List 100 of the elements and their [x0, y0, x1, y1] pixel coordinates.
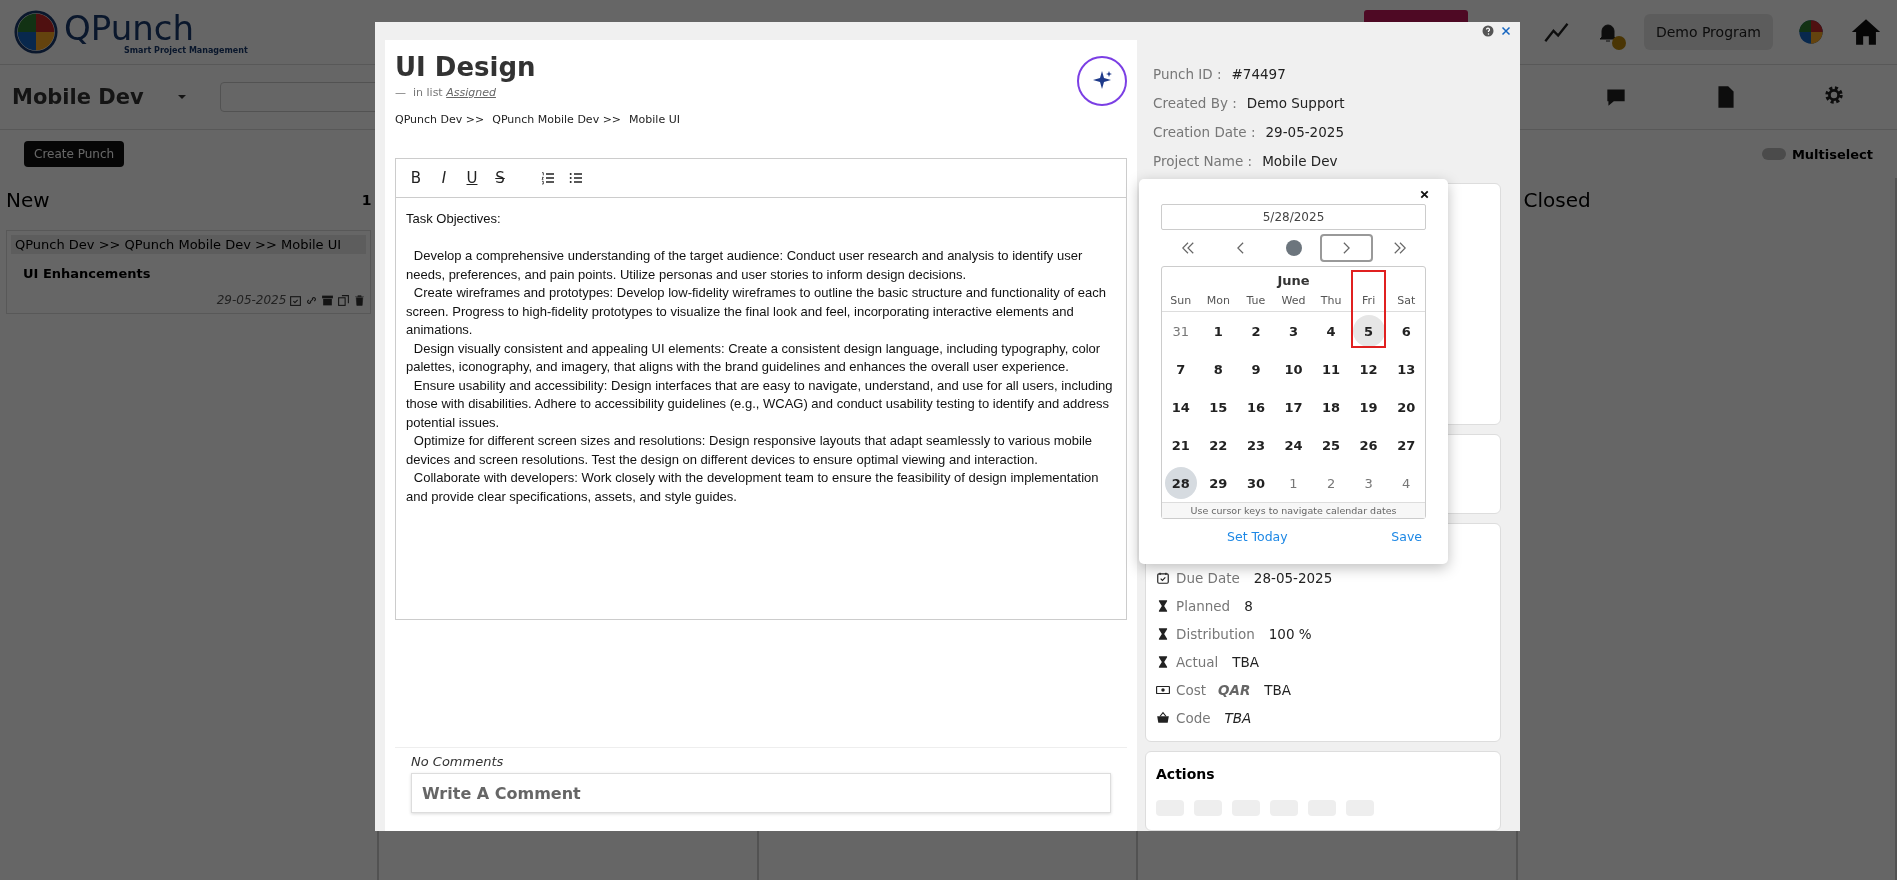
multiselect-label: Multiselect — [1791, 146, 1873, 162]
info-value: Demo Support — [1246, 95, 1345, 111]
calendar-day[interactable]: 21 — [1164, 429, 1197, 461]
calendar-day[interactable]: 4 — [1315, 315, 1348, 347]
italic-button[interactable]: I — [432, 166, 456, 190]
actions-title: Actions — [1156, 766, 1216, 782]
dot-icon — [1285, 240, 1302, 256]
calendar-day[interactable]: 17 — [1277, 391, 1310, 423]
calendar-day[interactable]: 1 — [1202, 315, 1235, 347]
calendar-day[interactable]: 30 — [1239, 467, 1272, 499]
calendar-day[interactable]: 24 — [1277, 429, 1310, 461]
detail-label: Actual — [1176, 653, 1219, 670]
detail-value: 28-05-2025 — [1253, 569, 1333, 586]
info-label: Created By : — [1153, 95, 1237, 111]
content-paragraph: Ensure usability and accessibility: Design interfaces that are easy to navigate, understand, and use for all users, including those with disabilities. Adhere to accessibility guidelines (e.g., WCAG) and conduct usability testing to identify and address potential issues. — [406, 376, 1114, 432]
calendar-day[interactable]: 1 — [1277, 467, 1310, 499]
info-label: Creation Date : — [1153, 124, 1256, 140]
breadcrumb-item[interactable]: QPunch Dev >> — [395, 113, 485, 126]
info-label: Project Name : — [1153, 153, 1253, 169]
strike-button[interactable]: S — [488, 166, 512, 190]
logo-subtitle: Smart Project Management — [124, 45, 248, 55]
breadcrumb-item[interactable]: Mobile UI — [629, 113, 680, 126]
calendar-day[interactable]: 18 — [1315, 391, 1348, 423]
list-link[interactable]: Assigned — [446, 86, 496, 99]
punch-card[interactable]: QPunch Dev >> QPunch Mobile Dev >> Mobile UI UI Enhancements 29-05-2025 — [6, 230, 372, 314]
column-title: New — [6, 188, 50, 212]
weekday-label: Thu — [1312, 288, 1350, 312]
detail-value: TBA — [1224, 709, 1252, 726]
calendar-day[interactable]: 20 — [1390, 391, 1423, 423]
chevron-right-icon — [1343, 242, 1350, 254]
calendar-day[interactable]: 2 — [1239, 315, 1272, 347]
calendar-day[interactable]: 27 — [1390, 429, 1423, 461]
calendar-day[interactable]: 25 — [1315, 429, 1348, 461]
calendar-day[interactable]: 31 — [1164, 315, 1197, 347]
numbered-list-icon — [540, 170, 556, 186]
chevron-left-icon — [1237, 242, 1244, 254]
calendar-day[interactable]: 4 — [1390, 467, 1423, 499]
calendar-day[interactable]: 3 — [1352, 467, 1385, 499]
underline-button[interactable]: U — [460, 166, 484, 190]
calendar-day[interactable]: 29 — [1202, 467, 1235, 499]
detail-value: TBA — [1232, 653, 1260, 670]
bullet-list-icon — [568, 170, 584, 186]
create-punch-button[interactable]: Create Punch — [24, 141, 125, 167]
info-label: Punch ID : — [1153, 66, 1222, 82]
calendar-day[interactable]: 7 — [1164, 353, 1197, 385]
calendar-day[interactable]: 11 — [1315, 353, 1348, 385]
calendar-day[interactable]: 5 — [1352, 315, 1385, 347]
weekday-label: Sun — [1162, 288, 1200, 312]
list-info: — in list Assigned — [395, 86, 497, 99]
info-value: 29-05-2025 — [1265, 124, 1344, 140]
detail-label: Distribution — [1176, 625, 1255, 642]
currency-label: QAR — [1218, 681, 1251, 698]
calendar-day[interactable]: 9 — [1239, 353, 1272, 385]
calendar-day[interactable]: 6 — [1390, 315, 1423, 347]
calendar-day[interactable]: 10 — [1277, 353, 1310, 385]
double-chevron-left-icon — [1181, 242, 1194, 254]
calendar-day[interactable]: 13 — [1390, 353, 1423, 385]
calendar-day[interactable]: 2 — [1315, 467, 1348, 499]
comment-input[interactable]: Write A Comment — [411, 773, 1111, 813]
multiselect-toggle[interactable] — [1761, 148, 1786, 160]
calendar-day[interactable]: 8 — [1202, 353, 1235, 385]
task-title: UI Design — [395, 52, 537, 82]
weekday-label: Wed — [1274, 288, 1313, 312]
date-input[interactable]: 5/28/2025 — [1161, 204, 1426, 230]
breadcrumb-item[interactable]: QPunch Mobile Dev >> — [492, 113, 622, 126]
comments-status: No Comments — [411, 754, 505, 769]
hourglass-icon — [1156, 598, 1170, 613]
double-chevron-right-icon — [1393, 242, 1406, 254]
calendar-day[interactable]: 16 — [1239, 391, 1272, 423]
next-nav-button[interactable] — [1320, 234, 1373, 262]
calendar-day[interactable]: 3 — [1277, 315, 1310, 347]
calendar-check-icon — [1156, 570, 1170, 585]
bold-button[interactable]: B — [404, 166, 428, 190]
ai-assist-button[interactable] — [1077, 56, 1127, 106]
info-value: #74497 — [1231, 66, 1286, 82]
weekday-label: Sat — [1387, 288, 1425, 312]
detail-label: Cost — [1176, 681, 1206, 698]
info-value: Mobile Dev — [1262, 153, 1338, 169]
column-count: 1 — [361, 192, 372, 208]
detail-label: Due Date — [1176, 569, 1240, 586]
calendar-day[interactable]: 26 — [1352, 429, 1385, 461]
save-button[interactable]: Save — [1391, 529, 1422, 544]
content-paragraph: Create wireframes and prototypes: Develop low-fidelity wireframes to outline the basic structure and functionality of each screen. Progress to high-fidelity prototypes to visualize the final look and feel, incorporating interactive elements and animations. — [406, 284, 1108, 339]
calendar-day[interactable]: 23 — [1239, 429, 1272, 461]
rich-text-editor[interactable] — [395, 158, 1127, 620]
calendar-day[interactable]: 28 — [1164, 467, 1197, 499]
column-title: Closed — [1523, 188, 1591, 212]
content-heading: Task Objectives: — [406, 210, 502, 228]
calendar-day[interactable]: 12 — [1352, 353, 1385, 385]
notification-badge — [1611, 36, 1626, 50]
calendar-day[interactable]: 14 — [1164, 391, 1197, 423]
hourglass-icon — [1156, 626, 1170, 641]
calendar-day[interactable]: 15 — [1202, 391, 1235, 423]
content-paragraph: Optimize for different screen sizes and resolutions: Design responsive layouts that adapt seamlessly to various mobile devices and screen resolutions. Test the design on different devices to ensure optimal viewing and interaction. — [406, 432, 1094, 469]
calendar-hint: Use cursor keys to navigate calendar dates — [1162, 502, 1425, 518]
calendar-check-icon — [289, 293, 303, 307]
calendar-day[interactable]: 19 — [1352, 391, 1385, 423]
calendar-day[interactable]: 22 — [1202, 429, 1235, 461]
set-today-button[interactable]: Set Today — [1227, 529, 1288, 544]
close-icon — [1419, 189, 1430, 200]
